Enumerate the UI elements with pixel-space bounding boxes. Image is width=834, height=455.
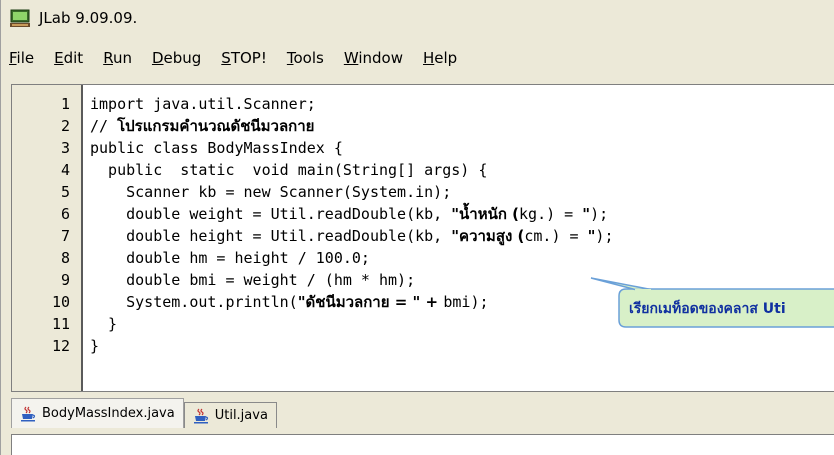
menu-stop[interactable]: STOP! bbox=[211, 49, 277, 67]
code-text: double hm = height / 100.0; bbox=[90, 249, 370, 267]
code-line[interactable]: double weight = Util.readDouble(kb, "น้ำ… bbox=[90, 203, 608, 225]
menu-mnemonic: S bbox=[221, 49, 231, 67]
menu-edit[interactable]: Edit bbox=[44, 49, 93, 67]
code-text: double height = Util.readDouble(kb, bbox=[90, 227, 452, 245]
code-text: ); bbox=[590, 205, 609, 223]
menu-mnemonic: H bbox=[423, 49, 435, 67]
code-string: "น้ำหนัก ( bbox=[451, 205, 520, 223]
java-cup-icon bbox=[21, 406, 36, 421]
line-number: 3 bbox=[60, 139, 70, 157]
menu-mnemonic: E bbox=[54, 49, 64, 67]
code-string: " bbox=[582, 205, 591, 223]
menu-mnemonic: F bbox=[9, 49, 17, 67]
code-text: // bbox=[90, 117, 118, 135]
code-line[interactable]: System.out.println("ดัชนีมวลกาย = " + bm… bbox=[90, 291, 489, 313]
menu-label: dit bbox=[63, 49, 84, 67]
menu-label: TOP! bbox=[230, 49, 267, 67]
output-pane[interactable] bbox=[11, 434, 834, 455]
line-number: 4 bbox=[60, 161, 70, 179]
code-text: public static void main(String[] args) { bbox=[90, 161, 488, 179]
code-editor[interactable]: 1 2 3 4 5 6 7 8 9 10 11 12 import java.util.Scanner… bbox=[11, 84, 834, 392]
code-line[interactable]: public class BodyMassIndex { bbox=[90, 137, 343, 159]
code-line[interactable]: public static void main(String[] args) { bbox=[90, 159, 487, 181]
line-number: 2 bbox=[60, 117, 70, 135]
file-tabs: BodyMassIndex.java Util.java bbox=[11, 398, 277, 428]
code-text: Scanner kb = new Scanner(System.in); bbox=[90, 183, 452, 201]
code-line[interactable]: double bmi = weight / (hm * hm); bbox=[90, 269, 415, 291]
line-number: 1 bbox=[60, 95, 70, 113]
menu-bar: File Edit Run Debug STOP! Tools Window Help bbox=[1, 46, 467, 70]
tab-label: BodyMassIndex.java bbox=[42, 406, 175, 421]
code-text: ); bbox=[595, 227, 614, 245]
code-text: public class BodyMassIndex { bbox=[90, 139, 343, 157]
code-text: cm.) = bbox=[524, 227, 588, 245]
code-text: System.out.println( bbox=[90, 293, 298, 311]
line-number: 12 bbox=[51, 337, 70, 355]
tab-utiljava[interactable]: Util.java bbox=[183, 402, 277, 428]
line-number-gutter: 1 2 3 4 5 6 7 8 9 10 11 12 bbox=[12, 85, 83, 391]
tab-bodymassindexjava[interactable]: BodyMassIndex.java bbox=[11, 398, 184, 428]
jlab-window: JLab 9.09.09. File Edit Run Debug STOP! Tools… bbox=[0, 0, 834, 455]
menu-label: ools bbox=[293, 49, 324, 67]
code-line[interactable]: import java.util.Scanner; bbox=[90, 93, 316, 115]
code-string: "ความสูง ( bbox=[451, 227, 525, 245]
menu-label: elp bbox=[434, 49, 458, 67]
line-number: 9 bbox=[60, 271, 70, 289]
menu-file[interactable]: File bbox=[1, 49, 44, 67]
menu-label: indow bbox=[358, 49, 403, 67]
callout-text: เรียกเมท็อดของคลาส Uti bbox=[629, 301, 786, 317]
code-text: import java.util.Scanner; bbox=[90, 95, 316, 113]
line-number: 6 bbox=[60, 205, 70, 223]
java-cup-icon bbox=[193, 408, 208, 423]
code-line[interactable]: } bbox=[90, 313, 117, 335]
code-line[interactable]: Scanner kb = new Scanner(System.in); bbox=[90, 181, 451, 203]
code-line[interactable]: double height = Util.readDouble(kb, "ควา… bbox=[90, 225, 613, 247]
menu-window[interactable]: Window bbox=[334, 49, 413, 67]
title-bar: JLab 9.09.09. bbox=[1, 0, 834, 36]
code-line[interactable]: // โปรแกรมคำนวณดัชนีมวลกาย bbox=[90, 115, 314, 137]
menu-label: ebug bbox=[163, 49, 202, 67]
code-string: โปรแกรมคำนวณดัชนีมวลกาย bbox=[117, 117, 315, 135]
line-number: 11 bbox=[51, 315, 70, 333]
menu-label: un bbox=[112, 49, 132, 67]
menu-run[interactable]: Run bbox=[93, 49, 142, 67]
code-line[interactable]: } bbox=[90, 335, 99, 357]
menu-mnemonic: W bbox=[343, 49, 359, 67]
code-text: double bmi = weight / (hm * hm); bbox=[90, 271, 416, 289]
menu-help[interactable]: Help bbox=[413, 49, 467, 67]
code-line[interactable]: double hm = height / 100.0; bbox=[90, 247, 370, 269]
line-number: 10 bbox=[51, 293, 70, 311]
line-number: 5 bbox=[60, 183, 70, 201]
menu-label: ile bbox=[16, 49, 35, 67]
menu-mnemonic: D bbox=[151, 49, 164, 67]
code-text: double weight = Util.readDouble(kb, bbox=[90, 205, 452, 223]
menu-tools[interactable]: Tools bbox=[277, 49, 334, 67]
code-text: } bbox=[90, 315, 118, 333]
tab-label: Util.java bbox=[214, 408, 268, 423]
line-number: 8 bbox=[60, 249, 70, 267]
window-title: JLab 9.09.09. bbox=[39, 9, 138, 27]
jlab-app-icon bbox=[10, 9, 30, 27]
menu-mnemonic: R bbox=[103, 49, 113, 67]
code-text: } bbox=[90, 337, 100, 355]
code-text: kg.) = bbox=[519, 205, 583, 223]
line-number: 7 bbox=[60, 227, 70, 245]
code-text: bmi); bbox=[443, 293, 489, 311]
menu-debug[interactable]: Debug bbox=[142, 49, 211, 67]
code-string: "ดัชนีมวลกาย = " + bbox=[297, 293, 444, 311]
